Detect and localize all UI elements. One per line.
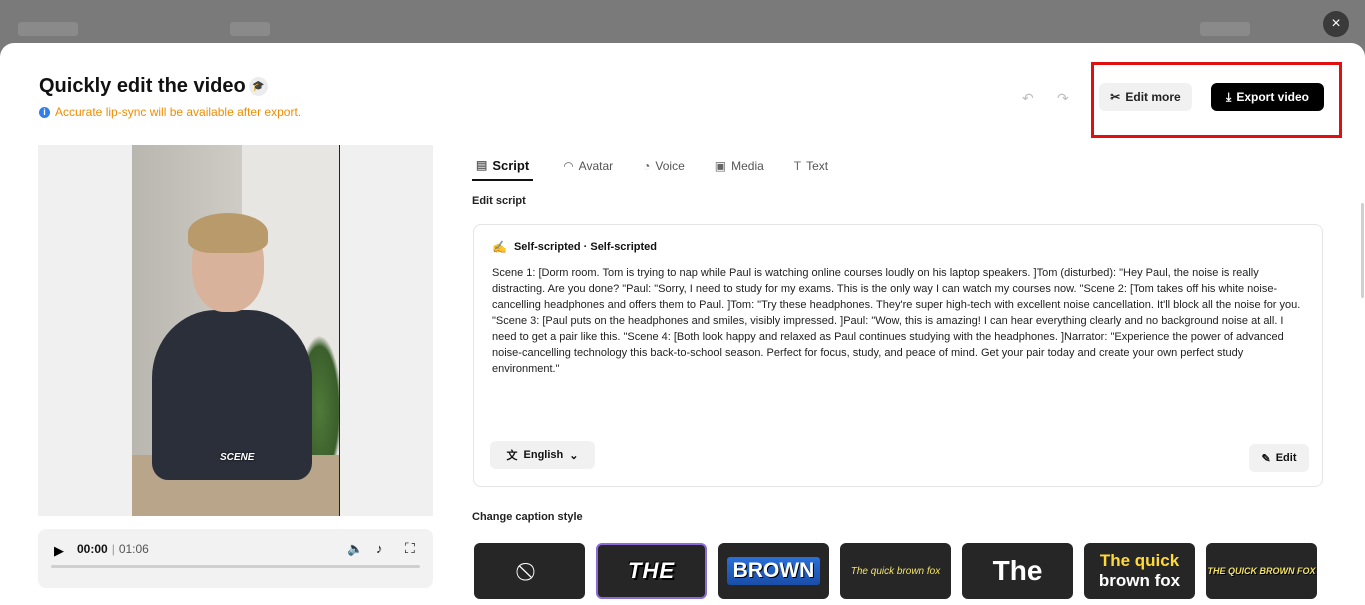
script-source: ✍ Self-scripted · Self-scripted xyxy=(492,240,657,254)
caption-style-brown[interactable]: BROWN xyxy=(718,543,829,599)
pencil-icon: ✎ xyxy=(1261,452,1271,465)
caption-style-quick[interactable]: The quick brown fox xyxy=(1084,543,1195,599)
language-select[interactable]: 文 English ⌄ xyxy=(490,441,595,469)
caption-style-the[interactable]: THE xyxy=(596,543,707,599)
chevron-down-icon: ⌄ xyxy=(569,449,579,462)
undo-icon[interactable]: ↶ xyxy=(1022,90,1034,107)
close-icon: × xyxy=(1331,15,1341,32)
voice-icon: ◔ xyxy=(643,159,651,173)
video-caption-overlay: SCENE xyxy=(220,452,255,463)
download-icon: ⤓ xyxy=(1226,89,1232,104)
video-frame: SCENE xyxy=(132,145,340,516)
caption-line-1: The quick xyxy=(1099,551,1180,570)
media-icon: ▣ xyxy=(714,159,727,173)
writing-hand-icon: ✍ xyxy=(492,240,507,254)
tab-voice-label: Voice xyxy=(655,159,685,173)
caption-style-upper[interactable]: THE QUICK BROWN FOX xyxy=(1206,543,1317,599)
tab-text[interactable]: T Text xyxy=(794,151,828,181)
caption-style-text: THE QUICK BROWN FOX xyxy=(1207,566,1316,576)
caption-style-text: The xyxy=(992,555,1043,586)
caption-style-the-bold[interactable]: The xyxy=(962,543,1073,599)
caption-style-list: ⃠ THE BROWN The quick brown fox The The … xyxy=(474,543,1317,599)
translate-icon: 文 xyxy=(506,450,518,462)
video-player-controls: ▶ 00:00 | 01:06 🔈 ♪ ⛶ xyxy=(38,529,433,588)
backdrop-blur-item xyxy=(18,22,78,36)
edit-tabs: ▤ Script ◠ Avatar ◔ Voice ▣ Media T Text xyxy=(472,151,858,181)
edit-script-heading: Edit script xyxy=(472,195,526,207)
text-icon: T xyxy=(793,159,802,173)
script-panel: ✍ Self-scripted · Self-scripted Scene 1:… xyxy=(473,224,1323,487)
video-preview[interactable]: SCENE xyxy=(38,145,433,516)
tab-media-label: Media xyxy=(731,159,764,173)
caption-style-text: The quick brown fox xyxy=(850,565,941,577)
script-source-label: Self-scripted · Self-scripted xyxy=(513,241,657,253)
caption-style-text: BROWN xyxy=(726,557,821,585)
tiktok-icon[interactable]: ♪ xyxy=(376,541,383,556)
play-icon[interactable]: ▶ xyxy=(54,543,64,559)
tab-script-label: Script xyxy=(492,157,530,173)
quick-edit-modal: Quickly edit the video 🎓 i Accurate lip-… xyxy=(0,43,1365,605)
notice-text: Accurate lip-sync will be available afte… xyxy=(55,105,302,119)
tab-script[interactable]: ▤ Script xyxy=(472,151,534,181)
progress-bar[interactable] xyxy=(51,565,420,568)
lip-sync-notice: i Accurate lip-sync will be available af… xyxy=(39,105,301,119)
language-label: English xyxy=(523,449,564,461)
time-separator: | xyxy=(111,542,115,556)
script-icon: ▤ xyxy=(476,158,488,172)
backdrop-blur-item xyxy=(1200,22,1250,36)
scrollbar[interactable] xyxy=(1361,203,1364,298)
tab-text-label: Text xyxy=(806,159,829,173)
volume-icon[interactable]: 🔈 xyxy=(347,541,363,557)
caption-style-text: THE xyxy=(628,558,675,583)
backdrop-blur-item xyxy=(230,22,270,36)
close-modal-button[interactable]: × xyxy=(1323,11,1349,37)
avatar-icon: ◠ xyxy=(563,159,574,173)
fullscreen-icon[interactable]: ⛶ xyxy=(405,540,415,557)
edit-more-label: Edit more xyxy=(1125,90,1181,104)
person-hair xyxy=(188,213,268,253)
edit-label: Edit xyxy=(1275,452,1297,464)
caption-style-none[interactable]: ⃠ xyxy=(474,543,585,599)
current-time: 00:00 xyxy=(77,542,108,556)
redo-icon[interactable]: ↷ xyxy=(1057,90,1069,107)
script-text[interactable]: Scene 1: [Dorm room. Tom is trying to na… xyxy=(492,265,1307,377)
info-icon: i xyxy=(39,106,50,118)
caption-style-heading: Change caption style xyxy=(472,511,583,523)
time-display: 00:00 | 01:06 xyxy=(77,542,149,556)
graduation-cap-icon[interactable]: 🎓 xyxy=(249,77,268,96)
tab-avatar-label: Avatar xyxy=(578,159,614,173)
caption-style-text: The quick brown fox xyxy=(1099,551,1180,591)
page-title: Quickly edit the video xyxy=(39,75,246,97)
edit-script-button[interactable]: ✎ Edit xyxy=(1249,444,1309,472)
tab-avatar[interactable]: ◠ Avatar xyxy=(563,151,613,181)
edit-more-button[interactable]: ✂ Edit more xyxy=(1099,83,1192,111)
caption-line-2: brown fox xyxy=(1098,571,1181,590)
scissors-icon: ✂ xyxy=(1110,90,1121,104)
tab-media[interactable]: ▣ Media xyxy=(715,151,764,181)
tab-voice[interactable]: ◔ Voice xyxy=(643,151,685,181)
caption-style-fox[interactable]: The quick brown fox xyxy=(840,543,951,599)
duration: 01:06 xyxy=(118,542,149,556)
export-label: Export video xyxy=(1236,90,1309,104)
export-video-button[interactable]: ⤓ Export video xyxy=(1211,83,1324,111)
